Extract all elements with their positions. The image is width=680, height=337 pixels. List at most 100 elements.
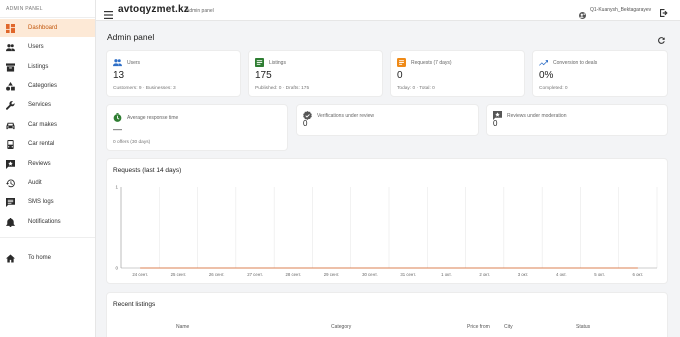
stat-card-conversion: Conversion to deals 0% Completed: 0 — [532, 50, 668, 97]
wrench-icon — [6, 100, 15, 110]
recent-listings-card: Recent listings Name Category Price from… — [106, 292, 668, 337]
table-header-status[interactable]: Status — [576, 324, 590, 330]
sidebar-item-audit[interactable]: Audit — [0, 174, 95, 192]
sidebar-item-listings[interactable]: Listings — [0, 58, 95, 76]
bell-icon — [6, 217, 15, 227]
stat-card-reviews-moderation: Reviews under moderation 0 — [486, 104, 668, 136]
stat-value: 13 — [113, 70, 125, 81]
stat-label: Listings — [269, 59, 286, 66]
sidebar-item-dashboard[interactable]: Dashboard — [0, 19, 95, 37]
stat-value: 0% — [539, 70, 554, 81]
car-rental-icon — [6, 139, 15, 149]
requests-chart-card: Requests (last 14 days) 0 1 24 сент. 25 сен… — [106, 158, 668, 284]
stat-label: Average response time — [127, 114, 179, 121]
x-tick-label: 5 окт. — [594, 272, 605, 277]
sidebar: ADMIN PANEL Dashboard Users Listings Cat… — [0, 0, 96, 337]
sms-icon — [6, 197, 15, 207]
refresh-icon[interactable] — [657, 32, 666, 44]
table-header-name[interactable]: Name — [176, 324, 189, 330]
sidebar-item-label: Reviews — [28, 161, 51, 167]
sidebar-item-label: Audit — [28, 180, 42, 186]
x-tick-label: 24 сент. — [132, 272, 148, 277]
requests-icon — [397, 58, 406, 67]
sidebar-item-label: Car makes — [28, 122, 58, 128]
x-tick-label: 31 сент. — [400, 272, 416, 277]
sidebar-item-label: Users — [28, 44, 44, 50]
stat-card-response-time: Average response time — 0 offers (30 day… — [106, 104, 288, 151]
logout-icon[interactable] — [659, 5, 669, 17]
x-tick-label: 29 сент. — [324, 272, 340, 277]
user-avatar-icon — [579, 6, 586, 19]
dashboard-icon — [6, 23, 15, 33]
stat-value: 175 — [255, 70, 272, 81]
x-tick-label: 4 окт. — [556, 272, 567, 277]
x-tick-label: 28 сент. — [285, 272, 301, 277]
y-tick-label: 1 — [115, 185, 118, 190]
brand-subtitle: Admin panel — [186, 8, 214, 14]
sidebar-item-services[interactable]: Services — [0, 96, 95, 114]
sidebar-item-label: Dashboard — [28, 25, 58, 31]
sidebar-item-categories[interactable]: Categories — [0, 77, 95, 95]
stat-card-listings: Listings 175 Published: 0 · Drafts: 175 — [248, 50, 383, 97]
stat-value: 0 — [493, 119, 498, 128]
listings-icon — [255, 58, 264, 67]
stat-label: Requests (7 days) — [411, 59, 452, 66]
y-tick-label: 0 — [115, 266, 118, 271]
sidebar-item-car-rental[interactable]: Car rental — [0, 135, 95, 153]
home-icon — [6, 253, 15, 263]
sidebar-item-sms-logs[interactable]: SMS logs — [0, 193, 95, 211]
sidebar-item-to-home[interactable]: To home — [0, 249, 95, 267]
sidebar-header: ADMIN PANEL — [0, 0, 95, 18]
stat-card-users: Users 13 Customers: 9 · Businesses: 3 — [106, 50, 241, 97]
sidebar-item-label: SMS logs — [28, 199, 54, 205]
stat-value: 0 — [303, 119, 308, 128]
x-tick-label: 27 сент. — [247, 272, 263, 277]
categories-icon — [6, 81, 15, 91]
sidebar-item-label: Categories — [28, 83, 58, 89]
stat-sub: 0 offers (30 days) — [113, 140, 151, 145]
stat-sub: Customers: 9 · Businesses: 3 — [113, 86, 176, 91]
stat-value: 0 — [397, 70, 403, 81]
table-header-category[interactable]: Category — [331, 324, 351, 330]
stat-label: Users — [127, 59, 141, 66]
stat-value: — — [113, 124, 122, 134]
sidebar-divider — [0, 237, 95, 238]
x-tick-label: 6 окт. — [633, 272, 644, 277]
x-tick-label: 1 окт. — [441, 272, 452, 277]
table-header-price[interactable]: Price from — [467, 324, 490, 330]
sidebar-item-label: Notifications — [28, 219, 61, 225]
stat-sub: Published: 0 · Drafts: 175 — [255, 86, 310, 91]
sidebar-item-label: Services — [28, 102, 52, 108]
sidebar-item-users[interactable]: Users — [0, 38, 95, 56]
listings-icon — [6, 62, 15, 72]
timer-icon — [113, 113, 122, 122]
x-tick-label: 25 сент. — [171, 272, 187, 277]
history-icon — [6, 178, 15, 188]
recent-listings-title: Recent listings — [113, 301, 156, 308]
sidebar-item-notifications[interactable]: Notifications — [0, 213, 95, 231]
trend-icon — [539, 58, 548, 67]
stat-label: Verifications under review — [317, 112, 374, 119]
stat-label: Reviews under moderation — [507, 112, 567, 119]
brand-title[interactable]: avtoqyzmet.kz — [118, 4, 189, 15]
sidebar-item-reviews[interactable]: Reviews — [0, 155, 95, 173]
x-tick-label: 3 окт. — [518, 272, 529, 277]
x-tick-label: 30 сент. — [362, 272, 378, 277]
users-icon — [6, 43, 15, 52]
sidebar-item-car-makes[interactable]: Car makes — [0, 116, 95, 134]
x-tick-label: 2 окт. — [479, 272, 490, 277]
stat-card-verifications: Verifications under review 0 — [296, 104, 479, 136]
sidebar-item-label: Listings — [28, 64, 49, 70]
stat-label: Conversion to deals — [553, 59, 598, 66]
x-tick-label: 26 сент. — [209, 272, 225, 277]
table-header-city[interactable]: City — [504, 324, 513, 330]
user-name[interactable]: Q1-Kuanysh_Bektagarayev — [590, 7, 651, 13]
reviews-icon — [6, 159, 15, 169]
menu-icon[interactable] — [104, 6, 113, 19]
users-icon — [113, 58, 122, 67]
stat-card-requests: Requests (7 days) 0 Today: 0 · Total: 0 — [390, 50, 525, 97]
stat-sub: Today: 0 · Total: 0 — [397, 86, 435, 91]
stat-sub: Completed: 0 — [539, 86, 568, 91]
top-bar: avtoqyzmet.kz Admin panel Q1-Kuanysh_Bek… — [96, 0, 680, 21]
sidebar-item-label: To home — [28, 255, 52, 261]
